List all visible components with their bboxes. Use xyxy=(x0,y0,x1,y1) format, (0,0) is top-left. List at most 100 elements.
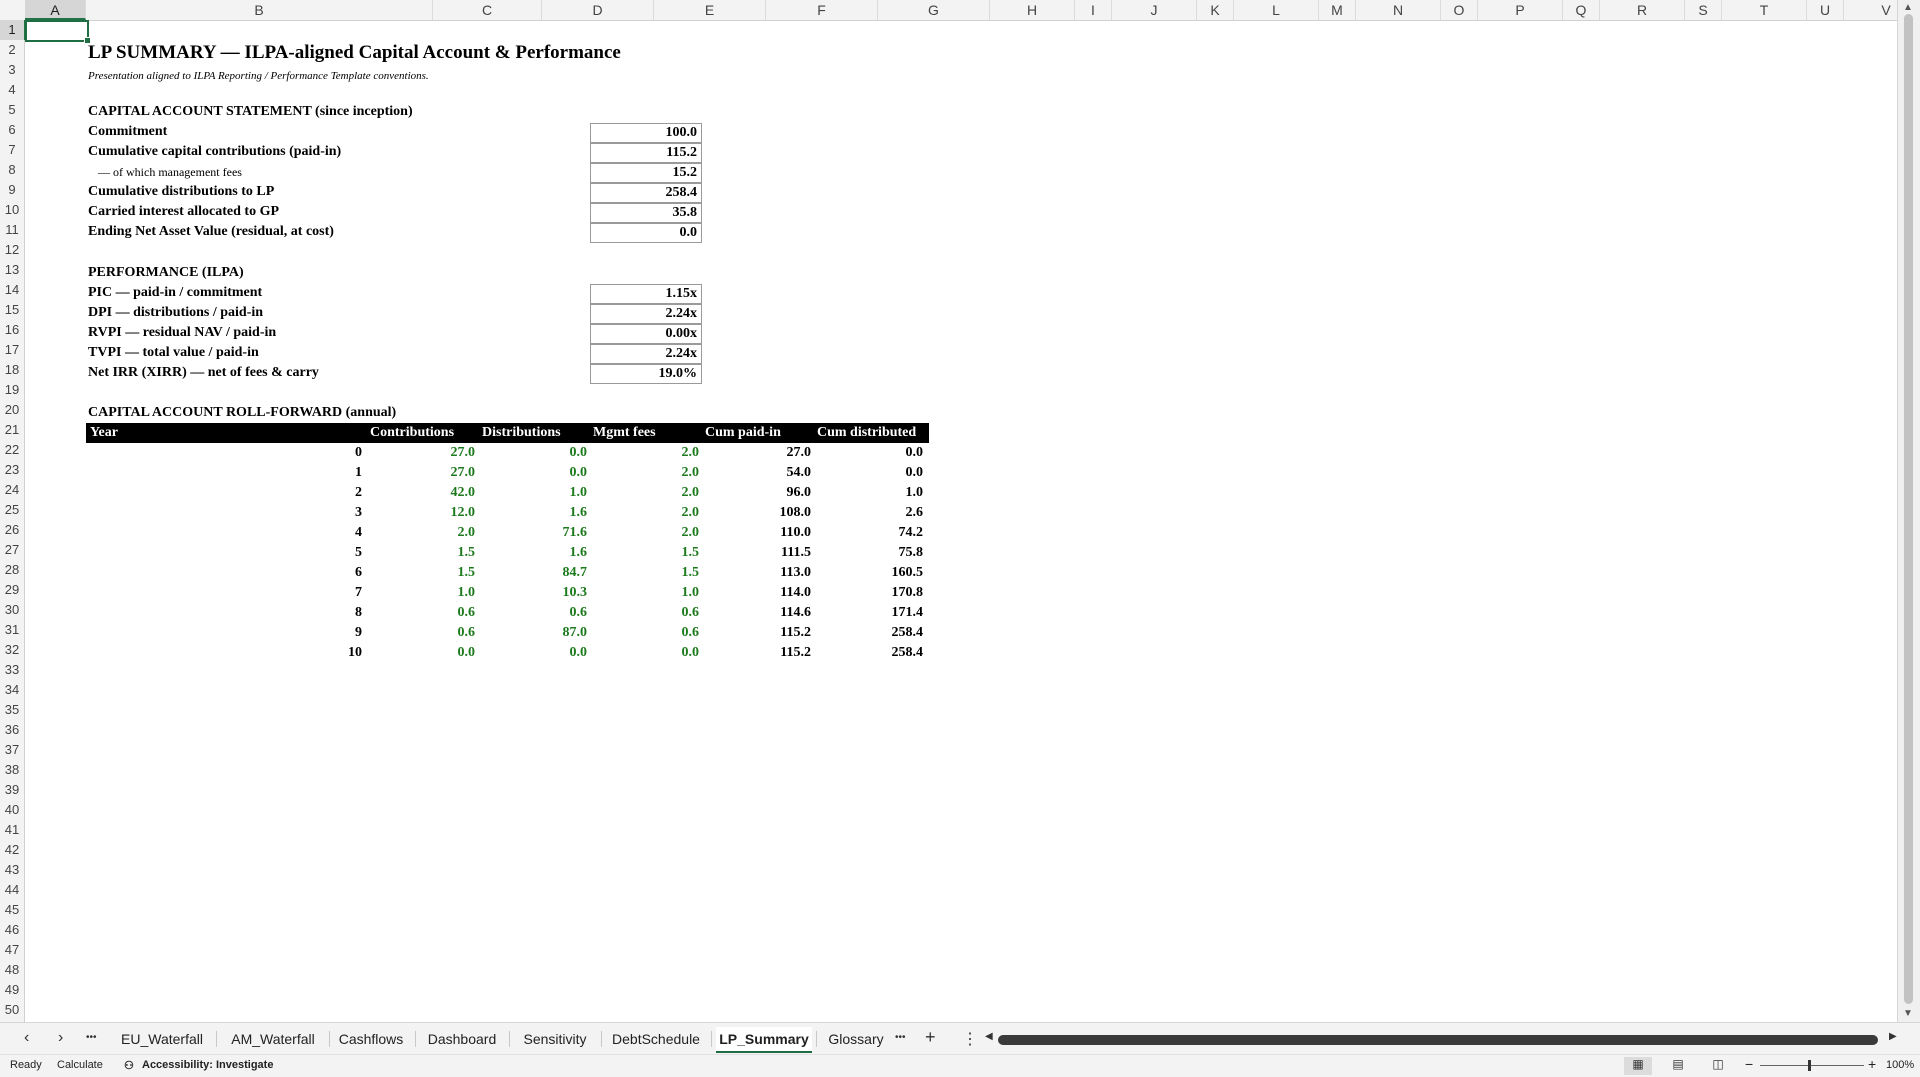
table-cell[interactable]: 2.0 xyxy=(395,523,476,543)
page-layout-view-icon[interactable]: ▤ xyxy=(1664,1057,1692,1075)
table-cell[interactable]: 0.0 xyxy=(843,463,924,483)
scroll-left-icon[interactable]: ◀ xyxy=(985,1031,993,1042)
capital-account-value[interactable]: 15.2 xyxy=(590,163,702,183)
row-header-30[interactable]: 30 xyxy=(0,600,24,620)
row-header-42[interactable]: 42 xyxy=(0,840,24,860)
table-cell[interactable]: 0.0 xyxy=(507,463,588,483)
zoom-slider[interactable] xyxy=(1760,1060,1864,1071)
table-cell[interactable]: 10 xyxy=(282,643,362,663)
performance-value[interactable]: 1.15x xyxy=(590,284,702,304)
row-header-23[interactable]: 23 xyxy=(0,460,24,480)
column-header-o[interactable]: O xyxy=(1441,0,1478,20)
column-header-g[interactable]: G xyxy=(878,0,990,20)
table-cell[interactable]: 0.0 xyxy=(619,643,700,663)
column-header-j[interactable]: J xyxy=(1112,0,1197,20)
table-cell[interactable]: 1.5 xyxy=(395,563,476,583)
row-header-44[interactable]: 44 xyxy=(0,880,24,900)
tab-cashflows[interactable]: Cashflows xyxy=(331,1027,411,1051)
table-cell[interactable]: 114.0 xyxy=(731,583,811,603)
row-header-16[interactable]: 16 xyxy=(0,320,24,340)
table-cell[interactable]: 258.4 xyxy=(843,643,924,663)
table-cell[interactable]: 115.2 xyxy=(731,623,811,643)
table-cell[interactable]: 2.0 xyxy=(619,463,700,483)
table-cell[interactable]: 2.0 xyxy=(619,483,700,503)
table-cell[interactable]: 10.3 xyxy=(507,583,588,603)
row-header-26[interactable]: 26 xyxy=(0,520,24,540)
tab-am-waterfall[interactable]: AM_Waterfall xyxy=(221,1027,325,1051)
table-cell[interactable]: 1.6 xyxy=(507,543,588,563)
capital-account-value[interactable]: 115.2 xyxy=(590,143,702,163)
row-header-25[interactable]: 25 xyxy=(0,500,24,520)
zoom-in-icon[interactable]: + xyxy=(1868,1056,1876,1072)
column-header-p[interactable]: P xyxy=(1478,0,1563,20)
column-header-t[interactable]: T xyxy=(1722,0,1807,20)
table-cell[interactable]: 0.0 xyxy=(843,443,924,463)
table-cell[interactable]: 75.8 xyxy=(843,543,924,563)
table-cell[interactable]: 27.0 xyxy=(731,443,812,463)
prev-sheet-icon[interactable]: ‹ xyxy=(24,1029,29,1047)
table-cell[interactable]: 0.6 xyxy=(395,623,476,643)
column-header-m[interactable]: M xyxy=(1319,0,1356,20)
row-header-31[interactable]: 31 xyxy=(0,620,24,640)
tab-sensitivity[interactable]: Sensitivity xyxy=(513,1027,597,1051)
table-cell[interactable]: 2 xyxy=(282,483,362,503)
table-cell[interactable]: 1.5 xyxy=(619,543,700,563)
row-header-40[interactable]: 40 xyxy=(0,800,24,820)
table-cell[interactable]: 27.0 xyxy=(395,443,476,463)
tab-options-icon[interactable]: ⋮ xyxy=(962,1029,978,1049)
row-header-28[interactable]: 28 xyxy=(0,560,24,580)
row-header-2[interactable]: 2 xyxy=(0,40,24,60)
column-header-s[interactable]: S xyxy=(1685,0,1722,20)
capital-account-value[interactable]: 0.0 xyxy=(590,223,702,243)
table-cell[interactable]: 0.0 xyxy=(395,643,476,663)
column-header-a[interactable]: A xyxy=(25,0,86,20)
row-header-39[interactable]: 39 xyxy=(0,780,24,800)
column-header-d[interactable]: D xyxy=(542,0,654,20)
row-header-19[interactable]: 19 xyxy=(0,380,24,400)
column-header-l[interactable]: L xyxy=(1234,0,1319,20)
row-header-46[interactable]: 46 xyxy=(0,920,24,940)
column-header-b[interactable]: B xyxy=(86,0,433,20)
row-header-49[interactable]: 49 xyxy=(0,980,24,1000)
table-cell[interactable]: 1 xyxy=(282,463,362,483)
performance-value[interactable]: 2.24x xyxy=(590,344,702,364)
scroll-down-icon[interactable]: ▼ xyxy=(1903,1008,1913,1019)
normal-view-icon[interactable]: ▦ xyxy=(1624,1057,1652,1075)
zoom-out-icon[interactable]: − xyxy=(1745,1056,1753,1072)
row-header-17[interactable]: 17 xyxy=(0,340,24,360)
table-cell[interactable]: 1.0 xyxy=(395,583,476,603)
row-header-8[interactable]: 8 xyxy=(0,160,24,180)
row-header-6[interactable]: 6 xyxy=(0,120,24,140)
row-header-18[interactable]: 18 xyxy=(0,360,24,380)
row-header-10[interactable]: 10 xyxy=(0,200,24,220)
table-cell[interactable]: 110.0 xyxy=(731,523,811,543)
row-header-35[interactable]: 35 xyxy=(0,700,24,720)
row-header-34[interactable]: 34 xyxy=(0,680,24,700)
column-header-i[interactable]: I xyxy=(1075,0,1112,20)
scroll-up-icon[interactable]: ▲ xyxy=(1903,2,1913,13)
table-cell[interactable]: 1.0 xyxy=(507,483,588,503)
table-cell[interactable]: 8 xyxy=(282,603,362,623)
row-header-45[interactable]: 45 xyxy=(0,900,24,920)
zoom-level[interactable]: 100% xyxy=(1886,1059,1914,1071)
tab-glossary[interactable]: Glossary xyxy=(824,1027,888,1051)
row-header-33[interactable]: 33 xyxy=(0,660,24,680)
table-cell[interactable]: 1.0 xyxy=(843,483,924,503)
table-cell[interactable]: 87.0 xyxy=(507,623,588,643)
table-cell[interactable]: 74.2 xyxy=(843,523,924,543)
row-header-43[interactable]: 43 xyxy=(0,860,24,880)
column-header-f[interactable]: F xyxy=(766,0,878,20)
table-cell[interactable]: 1.5 xyxy=(619,563,700,583)
row-header-3[interactable]: 3 xyxy=(0,60,24,80)
column-header-h[interactable]: H xyxy=(990,0,1075,20)
table-cell[interactable]: 111.5 xyxy=(731,543,811,563)
table-cell[interactable]: 71.6 xyxy=(507,523,588,543)
zoom-slider-thumb[interactable] xyxy=(1808,1060,1811,1071)
row-header-22[interactable]: 22 xyxy=(0,440,24,460)
next-sheet-icon[interactable]: › xyxy=(58,1029,63,1047)
table-cell[interactable]: 9 xyxy=(282,623,362,643)
table-cell[interactable]: 2.6 xyxy=(843,503,924,523)
capital-account-value[interactable]: 100.0 xyxy=(590,123,702,143)
table-cell[interactable]: 42.0 xyxy=(395,483,476,503)
row-header-14[interactable]: 14 xyxy=(0,280,24,300)
